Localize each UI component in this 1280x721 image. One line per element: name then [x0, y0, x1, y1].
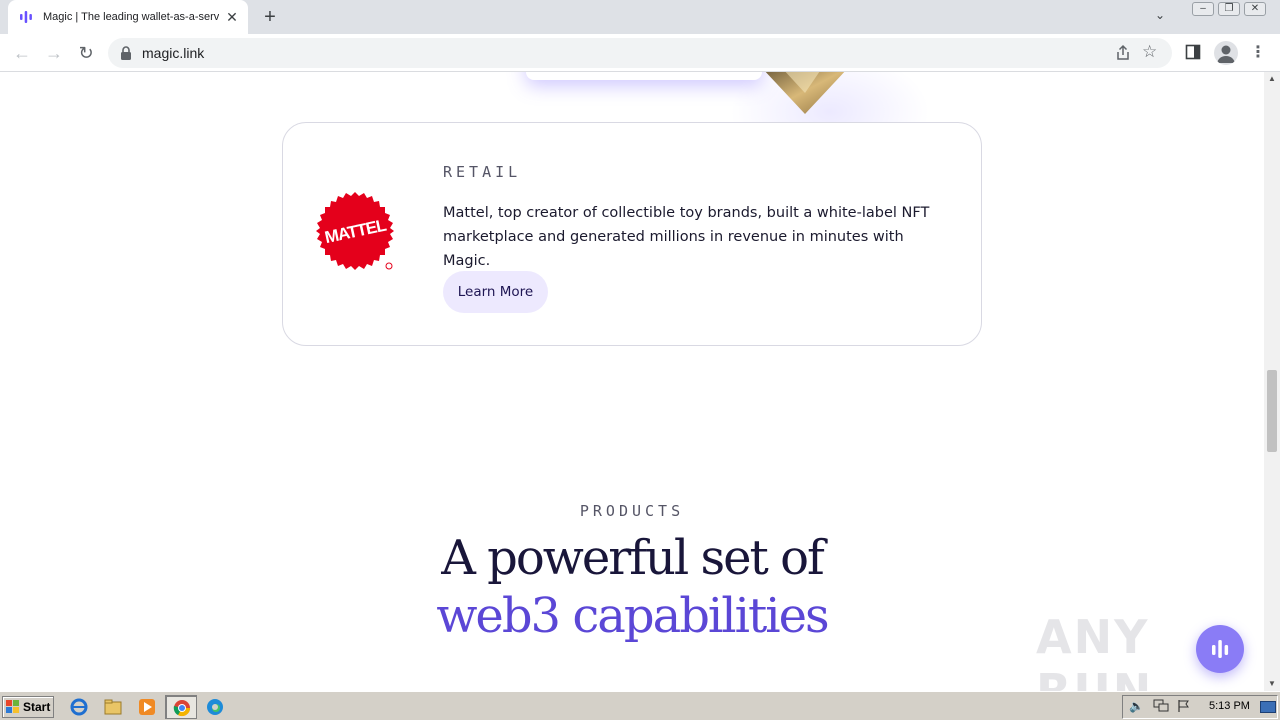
minimize-button[interactable]: – — [1192, 2, 1214, 16]
scroll-up-arrow-icon[interactable]: ▲ — [1264, 72, 1280, 86]
network-icon[interactable] — [1153, 699, 1169, 713]
products-eyebrow: PRODUCTS — [579, 502, 685, 520]
magic-favicon-icon — [18, 9, 34, 25]
lock-icon[interactable] — [120, 46, 132, 60]
page-viewport: MATTEL RETAIL Mattel, top creator of col… — [0, 72, 1264, 691]
edge-browser-icon[interactable] — [206, 698, 224, 716]
file-explorer-icon[interactable] — [104, 698, 122, 716]
browser-toolbar: ← → ↻ magic.link ☆ ⋮ — [0, 34, 1280, 72]
windows-taskbar: Start 🔈 5:13 PM — [0, 691, 1280, 720]
case-study-card: MATTEL RETAIL Mattel, top creator of col… — [282, 122, 982, 346]
system-tray: 🔈 — [1122, 695, 1278, 719]
reload-icon[interactable]: ↻ — [74, 41, 98, 65]
case-study-category: RETAIL — [443, 163, 522, 181]
previous-section-card — [526, 72, 762, 80]
new-tab-button[interactable]: + — [258, 6, 282, 28]
gold-gem-illustration — [762, 72, 848, 114]
profile-avatar-icon[interactable] — [1214, 41, 1238, 65]
forward-arrow-icon[interactable]: → — [42, 41, 66, 65]
chrome-taskbar-button[interactable] — [165, 695, 197, 719]
volume-icon[interactable]: 🔈 — [1129, 699, 1144, 713]
scroll-thumb[interactable] — [1267, 370, 1277, 452]
chat-widget-button[interactable] — [1196, 625, 1244, 673]
back-arrow-icon[interactable]: ← — [10, 41, 34, 65]
tab-search-chevron-icon[interactable]: ⌄ — [1150, 8, 1170, 26]
share-icon[interactable] — [1114, 44, 1132, 62]
taskbar-clock: 5:13 PM — [1209, 700, 1250, 712]
scroll-down-arrow-icon[interactable]: ▼ — [1264, 677, 1280, 691]
start-label: Start — [23, 700, 51, 714]
products-headline-line1: A powerful set of — [441, 530, 825, 586]
restore-button[interactable]: ❐ — [1218, 2, 1240, 16]
bookmark-star-icon[interactable]: ☆ — [1142, 42, 1162, 62]
tab-title: Magic | The leading wallet-as-a-service — [43, 11, 219, 23]
internet-explorer-icon[interactable] — [70, 698, 88, 716]
windows-flag-icon — [6, 700, 20, 714]
learn-more-button[interactable]: Learn More — [443, 271, 548, 313]
page-scrollbar[interactable]: ▲ ▼ — [1264, 72, 1280, 691]
tab-close-icon[interactable]: ✕ — [224, 9, 240, 25]
tab-strip: Magic | The leading wallet-as-a-service … — [0, 0, 1280, 34]
start-button[interactable]: Start — [2, 696, 54, 718]
action-center-flag-icon[interactable] — [1177, 699, 1191, 713]
case-study-description: Mattel, top creator of collectible toy b… — [443, 205, 930, 269]
side-panel-icon[interactable] — [1185, 44, 1201, 60]
browser-tab[interactable]: Magic | The leading wallet-as-a-service … — [8, 0, 248, 34]
address-bar[interactable]: magic.link ☆ — [108, 38, 1172, 68]
mattel-logo: MATTEL — [315, 191, 397, 273]
window-controls: – ❐ ✕ — [1192, 2, 1266, 16]
kebab-menu-icon[interactable]: ⋮ — [1250, 42, 1266, 64]
show-desktop-icon[interactable] — [1260, 700, 1276, 713]
close-window-button[interactable]: ✕ — [1244, 2, 1266, 16]
url-text[interactable]: magic.link — [142, 45, 204, 61]
media-player-icon[interactable] — [138, 698, 156, 716]
